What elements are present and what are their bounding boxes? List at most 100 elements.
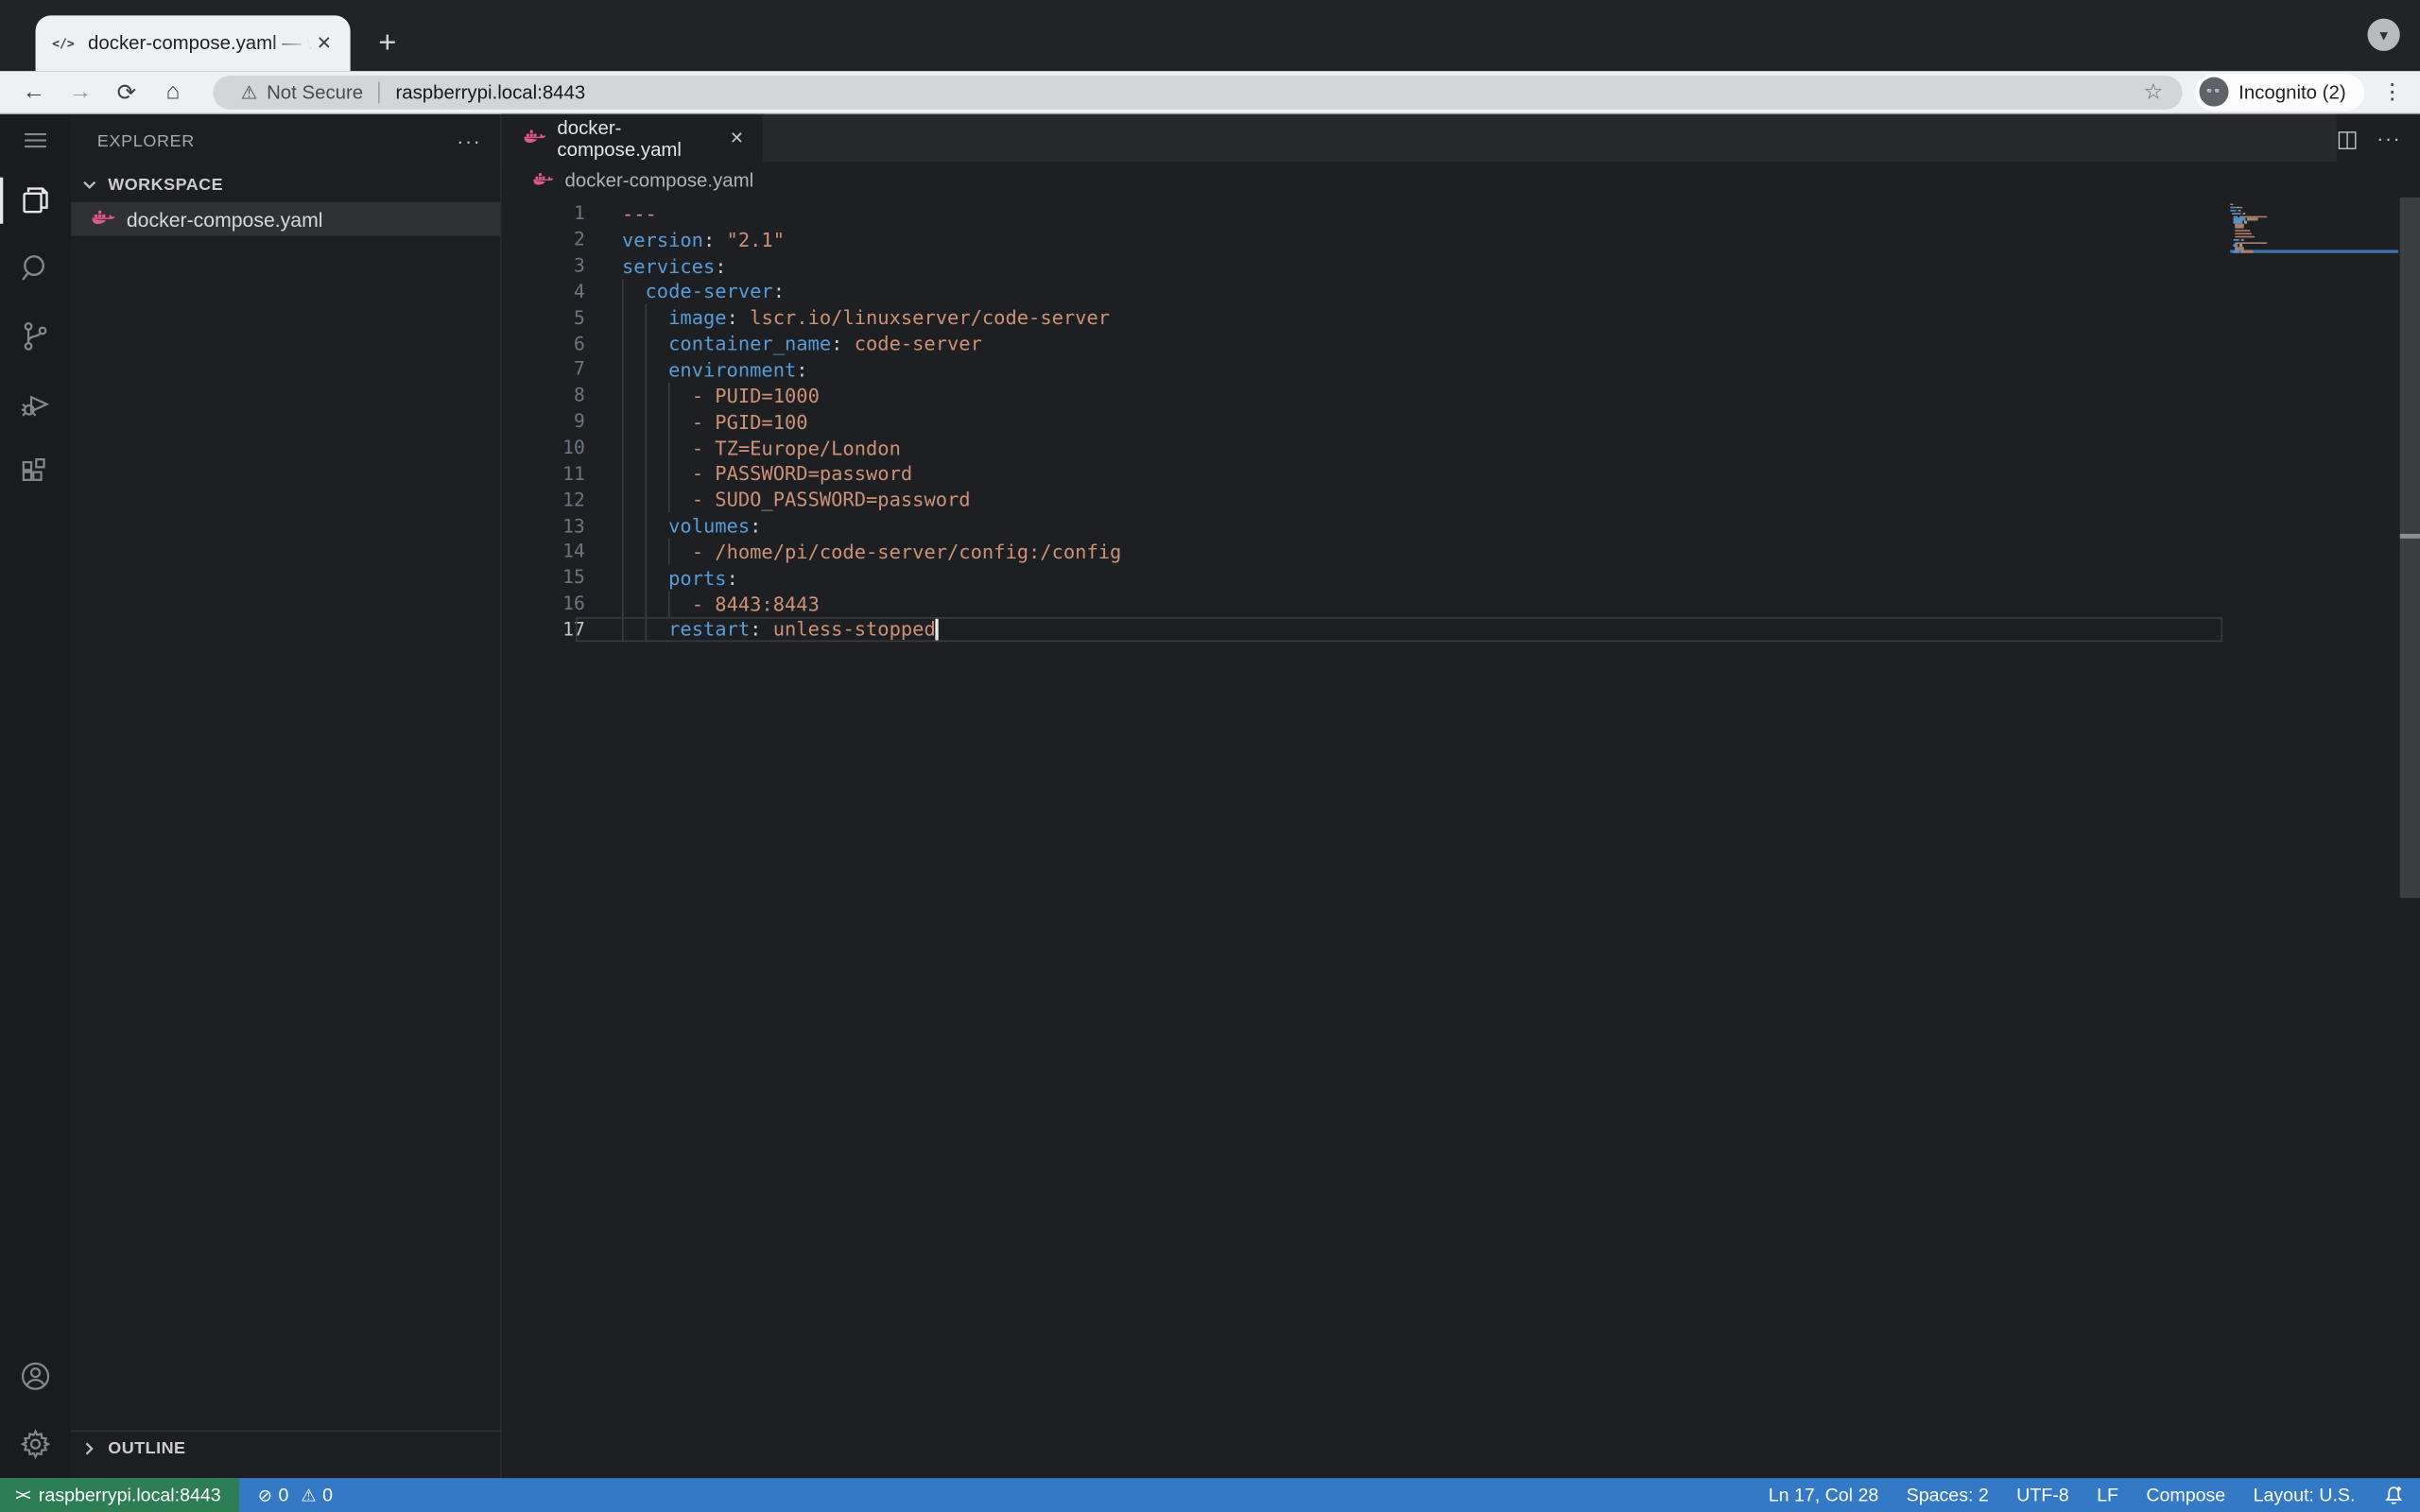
indent-guide: [668, 383, 670, 408]
code-line[interactable]: 9- PGID=100: [502, 408, 2420, 434]
language-mode-status[interactable]: Compose: [2146, 1485, 2225, 1506]
minimap[interactable]: [2230, 204, 2398, 253]
editor-tab-docker-compose[interactable]: docker-compose.yaml ✕: [502, 114, 765, 163]
explorer-title: EXPLORER: [97, 132, 457, 151]
line-number: 3: [502, 255, 585, 277]
outline-section-header[interactable]: OUTLINE: [71, 1430, 500, 1464]
code-token: version: [622, 228, 703, 250]
line-number: 16: [502, 593, 585, 614]
code-token: :: [750, 514, 761, 537]
tab-search-button[interactable]: ▼: [2367, 19, 2399, 51]
explorer-icon[interactable]: [0, 166, 71, 234]
search-icon[interactable]: [0, 234, 71, 302]
indent-guide: [668, 435, 670, 460]
split-editor-icon[interactable]: ◫: [2337, 124, 2359, 151]
indent-guide: [646, 539, 648, 564]
settings-gear-icon[interactable]: [0, 1410, 71, 1478]
breadcrumb[interactable]: docker-compose.yaml: [502, 162, 2420, 198]
code-line[interactable]: 14- /home/pi/code-server/config:/config: [502, 539, 2420, 564]
home-icon[interactable]: ⌂: [154, 74, 191, 111]
file-item-docker-compose[interactable]: docker-compose.yaml: [71, 202, 500, 236]
account-icon[interactable]: [0, 1342, 71, 1410]
url-text[interactable]: raspberrypi.local:8443: [395, 81, 2143, 103]
code-line[interactable]: 12- SUDO_PASSWORD=password: [502, 487, 2420, 512]
indent-guide: [622, 279, 624, 304]
tab-close-icon[interactable]: ✕: [310, 29, 337, 57]
errors-icon: ⊘: [258, 1485, 272, 1504]
back-icon[interactable]: ←: [15, 74, 52, 111]
keyboard-layout-status[interactable]: Layout: U.S.: [2254, 1485, 2356, 1506]
code-line[interactable]: 2version: "2.1": [502, 227, 2420, 252]
new-tab-button[interactable]: +: [366, 22, 409, 65]
code-line[interactable]: 17restart: unless-stopped: [502, 616, 2420, 643]
code-line[interactable]: 13volumes:: [502, 512, 2420, 538]
indent-guide: [622, 460, 624, 486]
line-number: 8: [502, 385, 585, 406]
indent-guide: [622, 356, 624, 382]
indent-guide: [646, 616, 648, 643]
reload-icon[interactable]: ⟳: [108, 74, 145, 111]
line-number: 7: [502, 359, 585, 381]
code-token: image: [668, 306, 726, 329]
code-token: ports: [668, 566, 726, 589]
editor-tab-close-icon[interactable]: ✕: [723, 125, 750, 151]
explorer-actions-icon[interactable]: ···: [457, 129, 481, 152]
indent-guide: [646, 435, 648, 460]
run-debug-icon[interactable]: [0, 370, 71, 438]
workspace-section-header[interactable]: WORKSPACE: [71, 168, 500, 202]
warnings-count: 0: [322, 1485, 333, 1506]
incognito-icon: 👓: [2199, 77, 2228, 107]
code-line[interactable]: 7environment:: [502, 356, 2420, 382]
extensions-icon[interactable]: [0, 438, 71, 507]
code-line[interactable]: 4code-server:: [502, 279, 2420, 304]
code-token: container_name: [668, 332, 831, 354]
line-number: 10: [502, 437, 585, 458]
line-number: 14: [502, 541, 585, 562]
bookmark-star-icon[interactable]: ☆: [2144, 78, 2164, 105]
breadcrumb-file-label: docker-compose.yaml: [565, 169, 754, 191]
editor-actions-icon[interactable]: ···: [2377, 127, 2401, 149]
address-bar[interactable]: ⚠ Not Secure raspberrypi.local:8443 ☆: [213, 75, 2181, 109]
code-line[interactable]: 8- PUID=1000: [502, 383, 2420, 408]
indentation-status[interactable]: Spaces: 2: [1907, 1485, 1989, 1506]
indent-guide: [622, 487, 624, 512]
status-bar: >< raspberrypi.local:8443 ⊘ 0 ⚠ 0 Ln 17,…: [0, 1478, 2420, 1512]
not-secure-warning-icon[interactable]: ⚠: [241, 81, 258, 103]
code-editor[interactable]: 1---2version: "2.1"3services:4code-serve…: [502, 198, 2420, 1478]
browser-menu-icon[interactable]: ⋮: [2380, 78, 2405, 105]
encoding-status[interactable]: UTF-8: [2016, 1485, 2069, 1506]
incognito-label: Incognito (2): [2238, 81, 2345, 103]
errors-count: 0: [278, 1485, 288, 1506]
code-line[interactable]: 10- TZ=Europe/London: [502, 435, 2420, 460]
code-line[interactable]: 15ports:: [502, 564, 2420, 590]
code-token: :: [750, 618, 761, 641]
code-line[interactable]: 5image: lscr.io/linuxserver/code-server: [502, 304, 2420, 330]
forward-icon[interactable]: →: [61, 74, 98, 111]
code-line[interactable]: 6container_name: code-server: [502, 331, 2420, 356]
code-line[interactable]: 1---: [502, 200, 2420, 226]
code-line[interactable]: 16- 8443:8443: [502, 591, 2420, 616]
code-token: unless-stopped: [761, 618, 935, 641]
docker-file-icon: [532, 169, 554, 191]
code-token: services: [622, 254, 715, 277]
editor-tab-bar: docker-compose.yaml ✕ ◫ ···: [502, 114, 2420, 163]
browser-tab[interactable]: </> docker-compose.yaml — work ✕: [36, 15, 351, 71]
indent-guide: [622, 408, 624, 434]
incognito-badge[interactable]: 👓 Incognito (2): [2194, 74, 2364, 111]
notifications-bell-icon[interactable]: [2383, 1485, 2405, 1506]
cursor-position-status[interactable]: Ln 17, Col 28: [1769, 1485, 1879, 1506]
menu-hamburger-icon[interactable]: [0, 114, 71, 167]
indent-guide: [668, 408, 670, 434]
browser-tab-title: docker-compose.yaml — work: [88, 32, 310, 54]
code-line[interactable]: 11- PASSWORD=password: [502, 460, 2420, 486]
problems-indicator[interactable]: ⊘ 0 ⚠ 0: [258, 1485, 333, 1506]
code-line[interactable]: 3services:: [502, 252, 2420, 278]
source-control-icon[interactable]: [0, 302, 71, 370]
indent-guide: [646, 591, 648, 616]
line-number: 11: [502, 463, 585, 485]
line-number: 2: [502, 229, 585, 250]
editor-scrollbar[interactable]: [2400, 198, 2420, 898]
remote-indicator[interactable]: >< raspberrypi.local:8443: [0, 1478, 239, 1512]
code-server-app: EXPLORER ··· WORKSPACE docker-compose.ya…: [0, 114, 2420, 1512]
eol-status[interactable]: LF: [2097, 1485, 2118, 1506]
